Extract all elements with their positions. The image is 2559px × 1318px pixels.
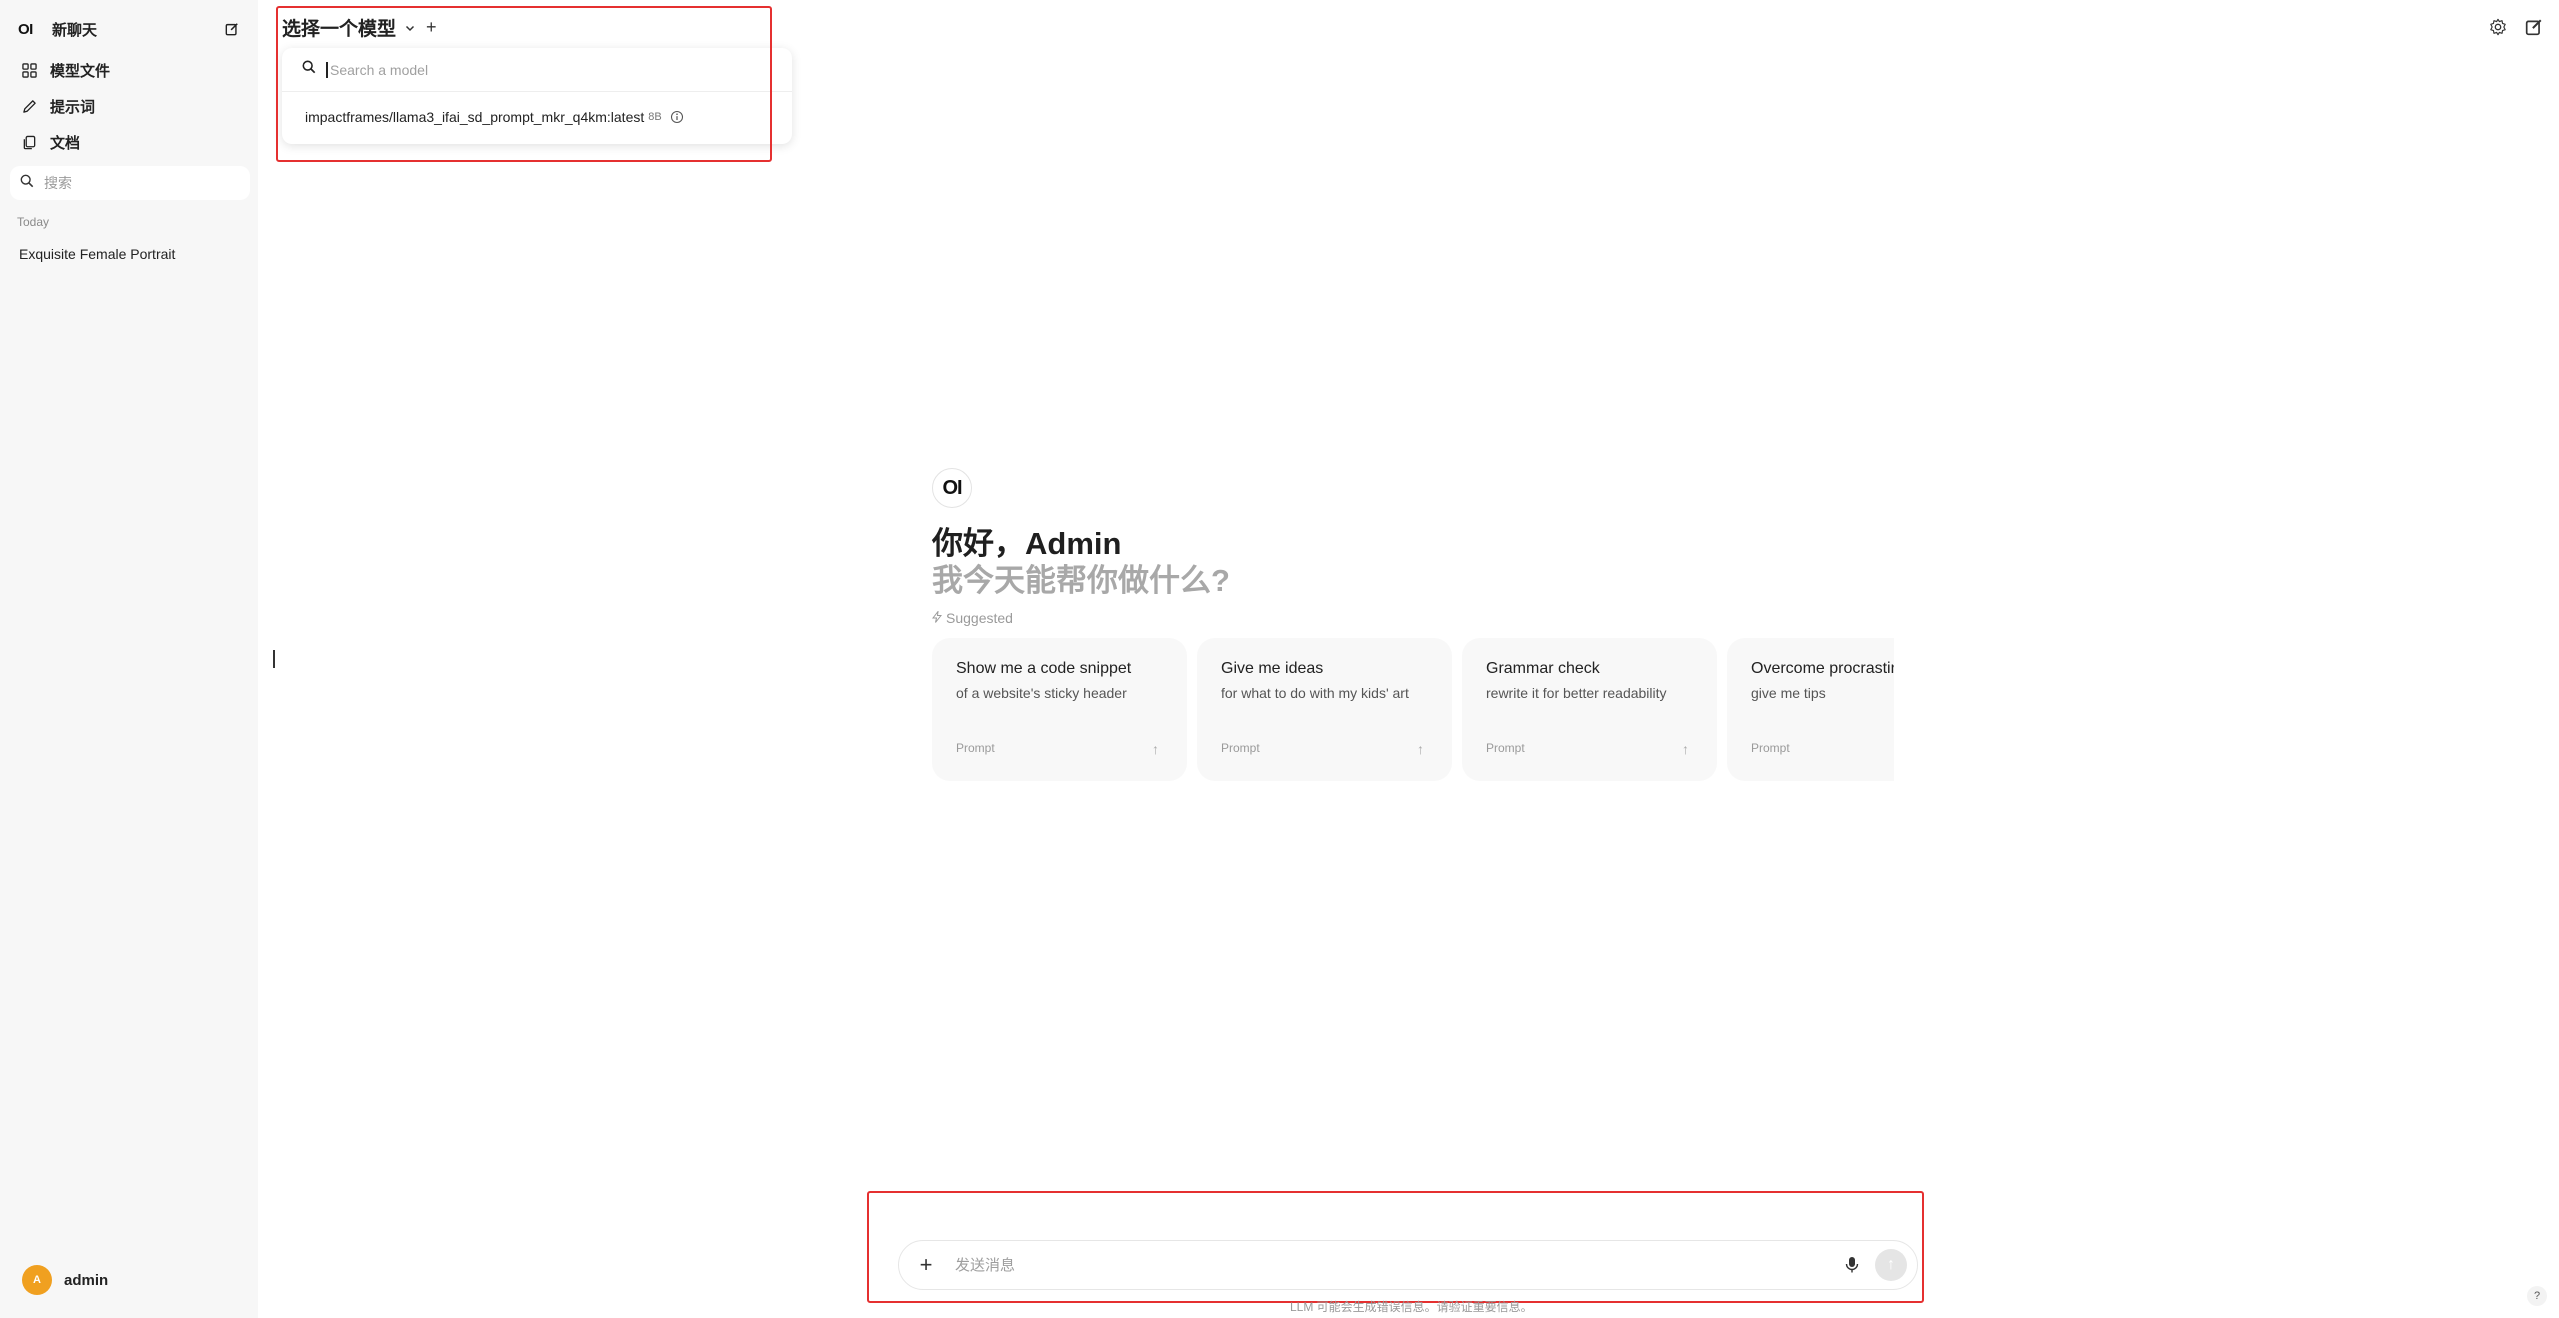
- disclaimer-text: LLM 可能会生成错误信息。请验证重要信息。: [1290, 1300, 1533, 1314]
- sidebar-item-label: 模型文件: [50, 62, 111, 80]
- gear-icon[interactable]: [2487, 16, 2509, 38]
- welcome-logo: OI: [932, 468, 972, 508]
- new-chat-edit-icon[interactable]: [2523, 16, 2545, 38]
- grid-icon: [20, 61, 38, 79]
- suggestion-cards: Show me a code snippet of a website's st…: [932, 638, 1894, 783]
- chat-section-label: Today: [17, 215, 50, 229]
- documents-icon: [20, 133, 38, 151]
- suggestion-card[interactable]: Overcome procrastination give me tips Pr…: [1727, 638, 1894, 781]
- model-dropdown: impactframes/llama3_ifai_sd_prompt_mkr_q…: [282, 48, 792, 144]
- model-search-input[interactable]: [326, 61, 726, 78]
- sidebar-item-modelfiles[interactable]: 模型文件: [10, 52, 250, 88]
- model-search: [282, 48, 792, 92]
- suggestion-card[interactable]: Give me ideas for what to do with my kid…: [1197, 638, 1452, 781]
- new-chat-edit-icon[interactable]: [222, 19, 242, 39]
- arrow-up-icon: ↑: [1417, 741, 1424, 757]
- card-tag: Prompt: [1221, 741, 1260, 755]
- text-cursor: [273, 650, 275, 668]
- message-input[interactable]: [955, 1256, 1839, 1274]
- card-subtitle: give me tips: [1751, 685, 1826, 701]
- card-title: Give me ideas: [1221, 660, 1324, 677]
- header-actions: [2487, 16, 2545, 38]
- model-size-badge: 8B: [648, 111, 662, 123]
- user-menu[interactable]: A admin: [22, 1265, 108, 1295]
- help-button[interactable]: ?: [2527, 1286, 2547, 1306]
- card-subtitle: of a website's sticky header: [956, 685, 1127, 701]
- model-selector[interactable]: 选择一个模型 +: [282, 14, 437, 41]
- greeting-subtitle: 我今天能帮你做什么?: [932, 563, 1230, 598]
- sidebar-item-label: 文档: [50, 134, 81, 152]
- card-tag: Prompt: [1751, 741, 1790, 755]
- attach-plus-button[interactable]: +: [909, 1248, 943, 1282]
- info-icon[interactable]: [670, 110, 684, 124]
- sidebar-item-prompts[interactable]: 提示词: [10, 88, 250, 124]
- card-title: Grammar check: [1486, 660, 1600, 677]
- pencil-icon: [20, 97, 38, 115]
- card-title: Overcome procrastination: [1751, 660, 1894, 677]
- card-tag: Prompt: [1486, 741, 1525, 755]
- sidebar-header: OI 新聊天: [18, 14, 242, 44]
- card-subtitle: for what to do with my kids' art: [1221, 685, 1409, 701]
- suggested-label: Suggested: [931, 609, 1013, 626]
- user-name: admin: [64, 1271, 109, 1289]
- app-logo: OI: [18, 20, 33, 38]
- search-icon: [20, 174, 34, 193]
- model-select-label: 选择一个模型: [282, 19, 397, 40]
- sidebar-search: [10, 166, 250, 200]
- model-option-name: impactframes/llama3_ifai_sd_prompt_mkr_q…: [305, 109, 645, 125]
- sidebar-nav: 模型文件 提示词 文档: [10, 52, 250, 160]
- suggestion-card[interactable]: Show me a code snippet of a website's st…: [932, 638, 1187, 781]
- sidebar: OI 新聊天 模型文件 提示词 文档 T: [0, 0, 258, 1318]
- model-option[interactable]: impactframes/llama3_ifai_sd_prompt_mkr_q…: [282, 92, 792, 142]
- card-subtitle: rewrite it for better readability: [1486, 685, 1667, 701]
- search-icon: [302, 60, 316, 79]
- sidebar-item-documents[interactable]: 文档: [10, 124, 250, 160]
- suggestion-card[interactable]: Grammar check rewrite it for better read…: [1462, 638, 1717, 781]
- sidebar-item-label: 提示词: [50, 98, 96, 116]
- arrow-up-icon: ↑: [1152, 741, 1159, 757]
- avatar: A: [22, 1265, 52, 1295]
- send-button[interactable]: ↑: [1875, 1249, 1907, 1281]
- new-chat-link[interactable]: 新聊天: [52, 19, 222, 40]
- chat-list-item[interactable]: Exquisite Female Portrait: [19, 246, 175, 262]
- chevron-down-icon: [404, 22, 416, 34]
- bolt-icon: [931, 609, 943, 626]
- chat-input-bar: + ↑: [898, 1240, 1918, 1290]
- search-input[interactable]: [44, 175, 224, 191]
- card-tag: Prompt: [956, 741, 995, 755]
- add-model-button[interactable]: +: [426, 17, 437, 38]
- card-title: Show me a code snippet: [956, 660, 1132, 677]
- arrow-up-icon: ↑: [1682, 741, 1689, 757]
- microphone-icon[interactable]: [1839, 1252, 1865, 1278]
